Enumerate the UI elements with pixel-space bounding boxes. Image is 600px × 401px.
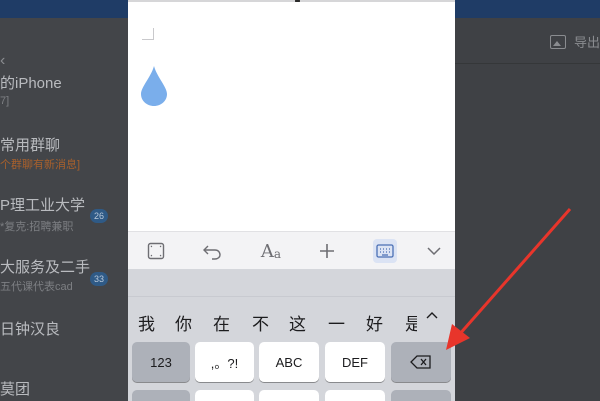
image-icon [550,34,566,49]
keyboard-key[interactable] [391,390,451,401]
candidate-word[interactable]: 这 [289,310,306,335]
chat-title[interactable]: 莫团 [0,378,30,399]
phone-screen: Aa 我 你 在 不 这 一 好 是 123 ,。?! ABC DEF [128,0,455,401]
chat-subtitle: 五代课代表cad [0,281,73,293]
expand-candidates-icon[interactable] [426,309,438,321]
water-drop-icon [141,66,167,106]
export-button[interactable]: 导出 [550,32,600,51]
undo-icon[interactable] [200,239,224,263]
keyboard-key[interactable] [325,390,385,401]
chat-detail-panel [455,18,600,401]
abc-key[interactable]: ABC [259,342,319,382]
back-arrow-icon[interactable]: ‹ [0,52,5,70]
chat-title[interactable]: P理工业大学 [0,194,85,215]
chat-title[interactable]: 常用群聊 [0,134,60,155]
def-key[interactable]: DEF [325,342,385,382]
editor-toolbar: Aa [128,231,455,269]
candidate-word[interactable]: 在 [213,310,230,335]
candidate-word[interactable]: 一 [328,310,345,335]
unread-badge: 26 [90,209,108,223]
chat-subtitle: 个群聊有新消息] [0,159,81,171]
keyboard-icon[interactable] [373,239,397,263]
candidate-word[interactable]: 你 [175,310,192,335]
text-format-icon[interactable]: Aa [259,239,283,263]
keyboard-key[interactable] [259,390,319,401]
candidate-word[interactable]: 我 [138,310,155,335]
unread-badge: 33 [90,272,108,286]
chat-title[interactable]: 大服务及二手 [0,256,90,277]
fullscreen-icon[interactable] [144,239,168,263]
backspace-icon [410,355,431,369]
candidate-word[interactable]: 是 [405,310,417,335]
delete-key[interactable] [391,342,451,382]
chat-subtitle: 7] [0,95,10,107]
candidate-bar: 我 你 在 不 这 一 好 是 [128,297,455,335]
keyboard: 我 你 在 不 这 一 好 是 123 ,。?! ABC DEF [128,269,455,401]
export-label: 导出 [574,35,600,50]
text-cursor-mark [142,28,154,40]
keyboard-key[interactable] [132,390,190,401]
chat-list-panel: ‹ 的iPhone 7] 常用群聊 个群聊有新消息] P理工业大学 *复克:招聘… [0,18,128,401]
candidate-word[interactable]: 不 [252,310,269,335]
keyboard-key[interactable] [195,390,254,401]
insert-icon[interactable] [315,239,339,263]
collapse-icon[interactable] [422,239,446,263]
chat-subtitle: *复克:招聘兼职 [0,221,74,233]
chat-title[interactable]: 的iPhone [0,72,62,93]
punctuation-key[interactable]: ,。?! [195,342,254,382]
chat-title[interactable]: 日钟汉良 [0,318,60,339]
keyboard-input-row [128,269,455,297]
numbers-key[interactable]: 123 [132,342,190,382]
candidate-word[interactable]: 好 [366,310,383,335]
note-editor[interactable] [128,2,455,231]
